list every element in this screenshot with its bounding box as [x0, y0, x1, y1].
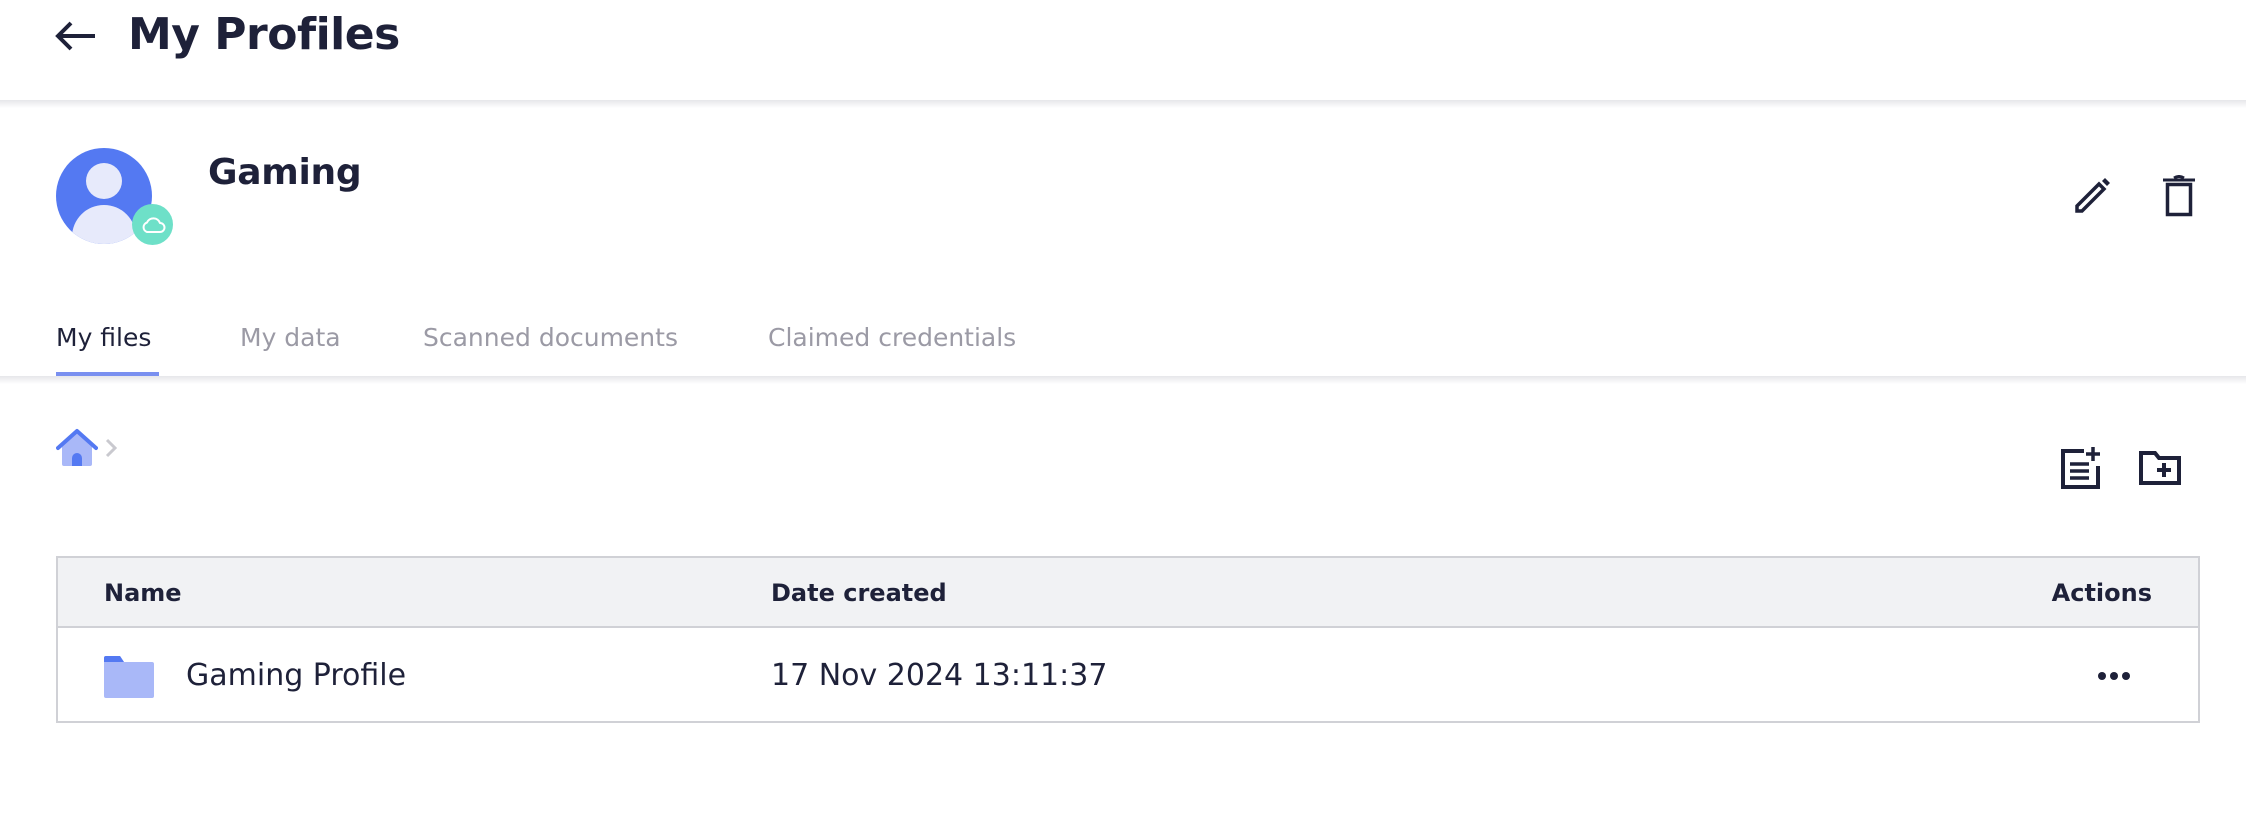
edit-profile-button[interactable] [2064, 168, 2120, 224]
avatar-body [72, 205, 136, 244]
app-header: My Profiles [0, 0, 2246, 100]
arrow-left-icon [55, 21, 95, 51]
cloud-icon [142, 216, 165, 233]
chevron-right-icon [105, 438, 118, 458]
more-dot [2110, 672, 2118, 680]
column-header-name[interactable]: Name [104, 558, 182, 628]
tab-claimed-credentials[interactable]: Claimed credentials [768, 318, 1016, 358]
row-actions-button[interactable] [2086, 658, 2142, 694]
column-header-actions: Actions [2051, 579, 2152, 607]
cloud-badge [132, 204, 173, 245]
table-header: Name Date created Actions [58, 558, 2198, 628]
column-header-date-created[interactable]: Date created [771, 558, 947, 628]
tab-my-data[interactable]: My data [240, 318, 341, 358]
more-dot [2122, 672, 2130, 680]
file-name[interactable]: Gaming Profile [186, 630, 406, 721]
breadcrumb-separator [104, 436, 120, 460]
more-horizontal-icon [2098, 672, 2106, 680]
home-icon [56, 429, 98, 466]
folder-add-icon [2139, 451, 2181, 485]
pencil-icon [2075, 178, 2110, 213]
page-title: My Profiles [128, 9, 400, 60]
profile-name: Gaming [208, 152, 362, 193]
table-row[interactable]: Gaming Profile 17 Nov 2024 13:11:37 [58, 630, 2198, 721]
tab-my-files[interactable]: My files [56, 318, 151, 358]
back-button[interactable] [52, 14, 100, 58]
delete-profile-button[interactable] [2151, 168, 2207, 224]
tabs-divider [0, 376, 2246, 384]
tab-scanned-documents[interactable]: Scanned documents [423, 318, 678, 358]
breadcrumb [56, 426, 120, 470]
add-folder-button[interactable] [2132, 440, 2188, 496]
tab-bar: My files My data Scanned documents Claim… [0, 300, 2246, 376]
trash-icon [2163, 175, 2195, 217]
files-table: Name Date created Actions Gaming Profile… [56, 556, 2200, 723]
file-date-created: 17 Nov 2024 13:11:37 [771, 658, 1108, 693]
note-add-icon [2061, 447, 2100, 489]
avatar-head [86, 163, 122, 199]
breadcrumb-home[interactable] [56, 427, 98, 469]
add-document-button[interactable] [2052, 440, 2108, 496]
header-divider [0, 100, 2246, 108]
folder-icon [104, 656, 154, 698]
